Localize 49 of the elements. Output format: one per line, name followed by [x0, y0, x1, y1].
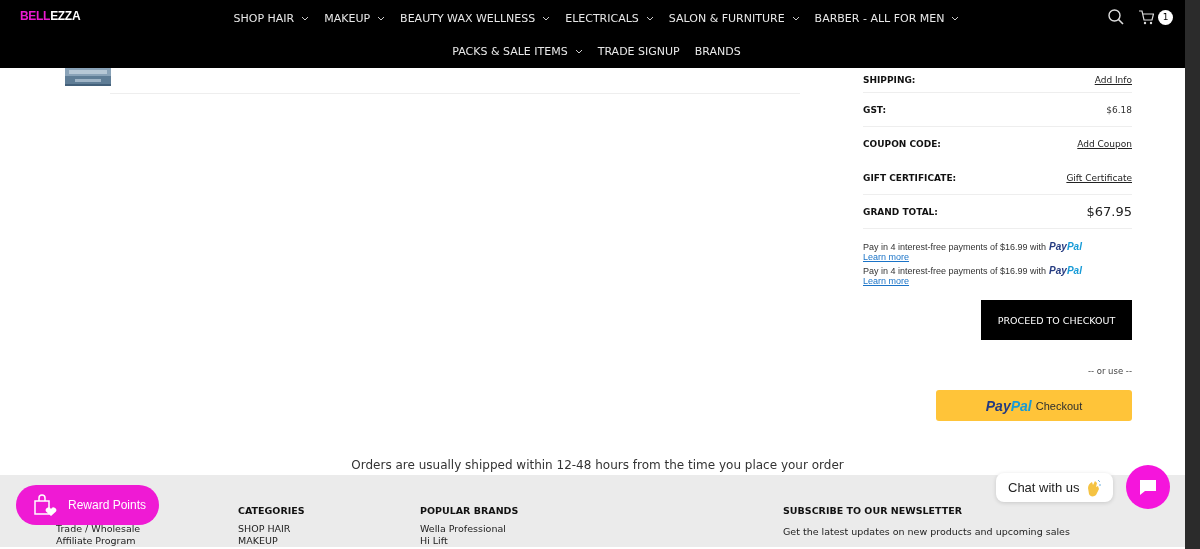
chat-button[interactable] — [1126, 465, 1170, 509]
paypal-logo: PayPal — [1049, 241, 1082, 252]
summary-label: COUPON CODE: — [863, 138, 941, 149]
footer-link[interactable]: SHOP HAIR — [238, 523, 420, 535]
nav-link[interactable]: SHOP HAIR — [233, 9, 310, 27]
reward-points-button[interactable]: Reward Points — [16, 485, 159, 525]
proceed-to-checkout-button[interactable]: PROCEED TO CHECKOUT — [981, 300, 1132, 340]
footer-text: Get the latest updates on new products and upcoming sales — [783, 526, 1070, 538]
nav-link[interactable]: PACKS & SALE ITEMS — [452, 42, 583, 60]
cart-icon[interactable] — [1138, 9, 1154, 25]
paypal-logo: PayPal — [1049, 265, 1082, 276]
nav-link[interactable]: TRADE SIGNUP — [597, 42, 680, 60]
learn-more-link[interactable]: Learn more — [863, 252, 910, 262]
footer-link[interactable]: MAKEUP — [238, 535, 420, 547]
nav-link[interactable]: SALON & FURNITURE — [668, 9, 800, 27]
footer-link[interactable]: Affiliate Program — [56, 535, 136, 547]
summary-label: GIFT CERTIFICATE: — [863, 172, 957, 183]
summary-link[interactable]: Add Coupon — [1077, 138, 1132, 149]
summary-link[interactable]: Add Info — [1094, 75, 1132, 85]
summary-value: $6.18 — [1106, 104, 1132, 115]
paypal-message: Pay in 4 interest-free payments of $16.99 with — [863, 266, 1047, 276]
scrollbar[interactable] — [1185, 0, 1200, 549]
summary-link[interactable]: Gift Certificate — [1066, 172, 1132, 183]
footer-link[interactable]: Trade / Wholesale — [56, 523, 141, 535]
or-use-text: -- or use -- — [1087, 366, 1132, 376]
cart-count-badge: 1 — [1158, 9, 1173, 25]
paypal-message: Pay in 4 interest-free payments of $16.99 with — [863, 242, 1047, 252]
grand-total-value: $67.95 — [1086, 204, 1132, 219]
shipping-note: Orders are usually shipped within 12-48 hours from the time you place your order — [350, 457, 845, 474]
chat-bubble[interactable]: Chat with us — [996, 473, 1113, 502]
footer-heading: SUBSCRIBE TO OUR NEWSLETTER — [783, 505, 964, 518]
logo[interactable]: BELLEZZA — [20, 9, 81, 23]
nav-link[interactable]: BEAUTY WAX WELLNESS — [400, 9, 551, 27]
chat-icon — [1138, 477, 1158, 497]
learn-more-link[interactable]: Learn more — [863, 276, 910, 286]
footer-heading: POPULAR BRANDS — [420, 505, 520, 518]
shopping-bag-heart-icon — [32, 493, 58, 517]
summary-label: GST: — [863, 104, 887, 115]
paypal-checkout-button[interactable]: PayPal Checkout — [936, 390, 1132, 421]
footer-link[interactable]: Hi Lift — [420, 535, 783, 547]
footer-heading: CATEGORIES — [238, 505, 306, 518]
nav-link[interactable]: BARBER - ALL FOR MEN — [814, 9, 960, 27]
search-icon[interactable] — [1108, 9, 1124, 25]
nav-link[interactable]: MAKEUP — [324, 9, 386, 27]
nav-link[interactable]: BRANDS — [694, 42, 741, 60]
footer-link[interactable]: Wella Professional — [420, 523, 783, 535]
summary-label: SHIPPING: — [863, 75, 916, 85]
nav-link[interactable]: ELECTRICALS — [565, 9, 654, 27]
summary-label: GRAND TOTAL: — [863, 206, 938, 217]
